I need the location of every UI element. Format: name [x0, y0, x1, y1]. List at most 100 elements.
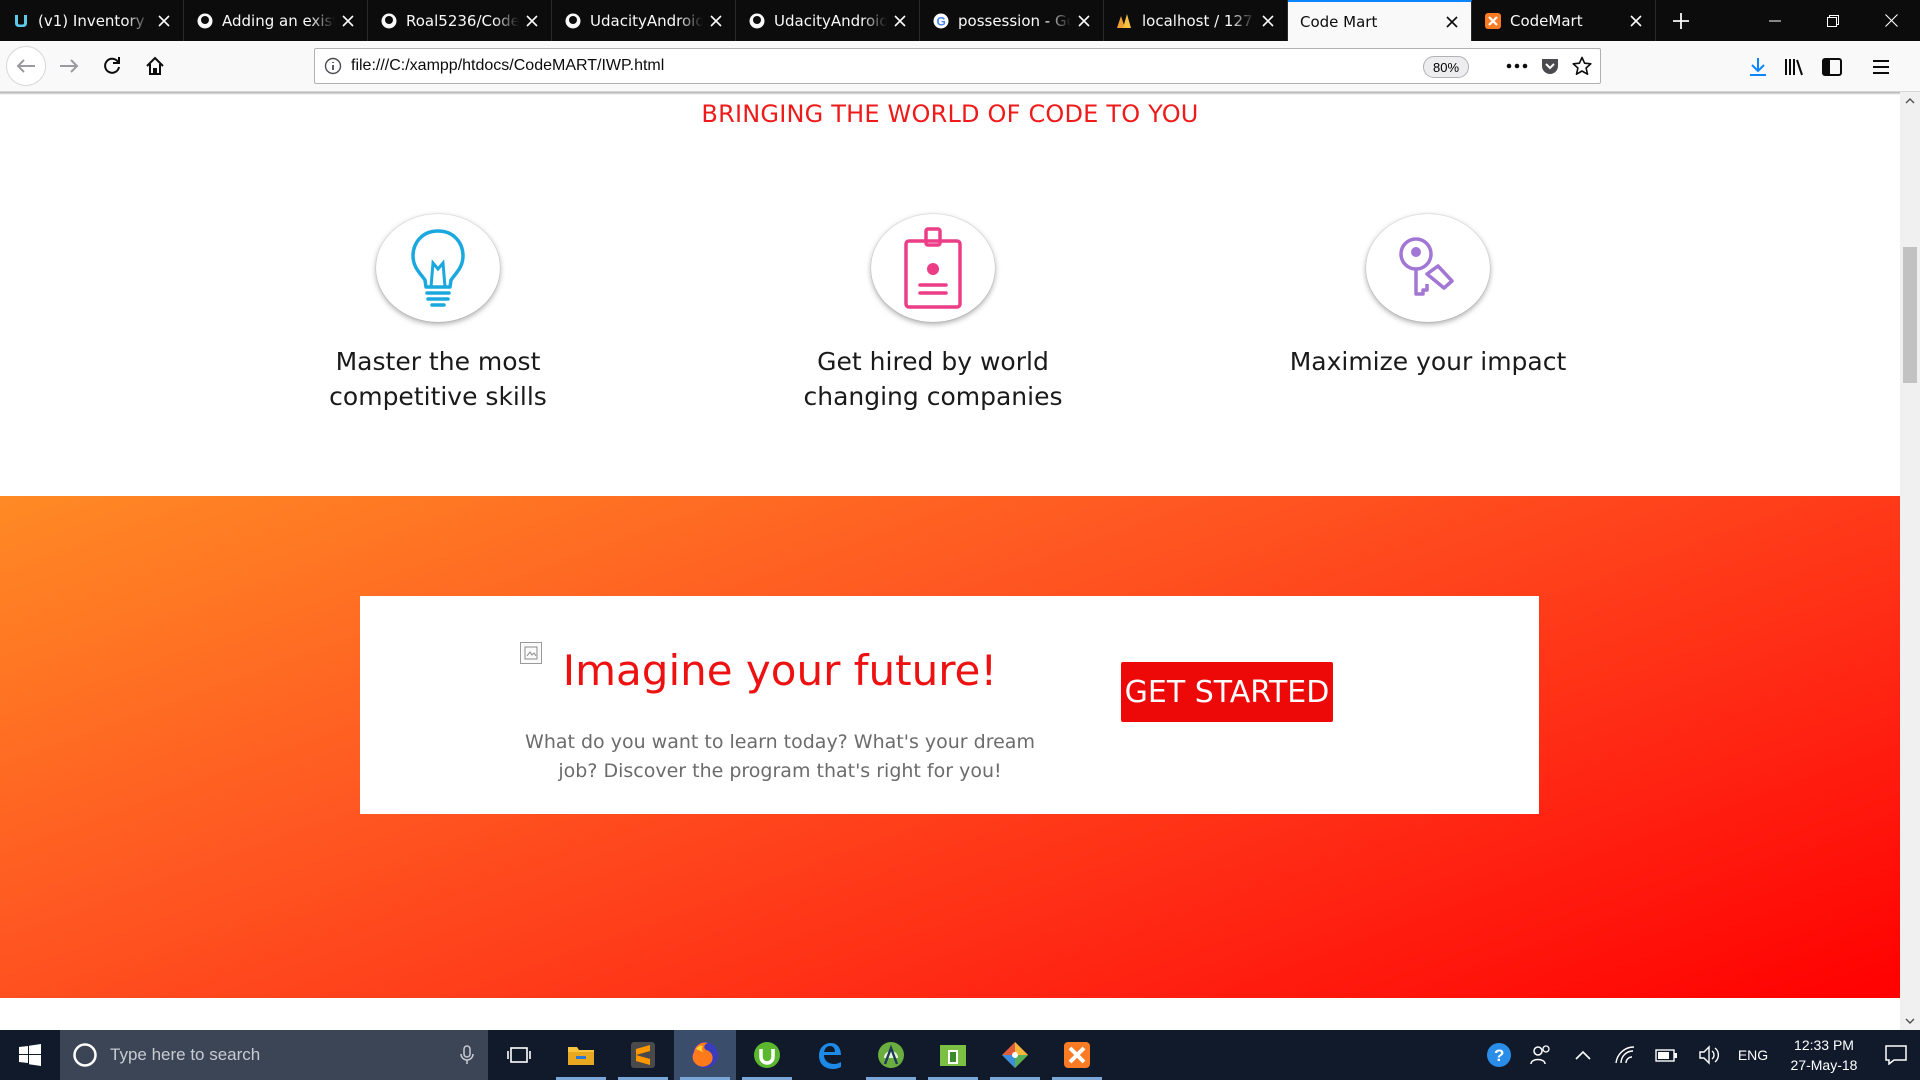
downloads-icon[interactable]	[1748, 57, 1768, 77]
close-tab-icon[interactable]	[339, 12, 357, 30]
tab-label: possession - Google	[958, 11, 1071, 30]
github-icon	[564, 12, 582, 30]
close-tab-icon[interactable]	[1443, 13, 1461, 31]
people-icon[interactable]	[1520, 1030, 1562, 1080]
close-window-button[interactable]	[1862, 0, 1920, 41]
new-tab-button[interactable]	[1656, 0, 1706, 41]
scroll-up-arrow-icon[interactable]	[1900, 92, 1920, 110]
taskbar-android-studio[interactable]	[860, 1030, 922, 1080]
taskbar-xampp[interactable]	[1046, 1030, 1108, 1080]
window-controls	[1746, 0, 1920, 41]
close-tab-icon[interactable]	[891, 12, 909, 30]
bookmark-star-icon[interactable]	[1572, 56, 1592, 76]
taskbar-utorrent[interactable]	[736, 1030, 798, 1080]
tab-udacityandroid-1[interactable]: UdacityAndroid/	[552, 0, 736, 41]
start-button[interactable]	[0, 1030, 60, 1080]
zoom-indicator[interactable]: 80%	[1423, 56, 1470, 78]
wifi-icon[interactable]	[1604, 1030, 1646, 1080]
taskbar-file-explorer[interactable]	[550, 1030, 612, 1080]
navigation-toolbar: file:///C:/xampp/htdocs/CodeMART/IWP.htm…	[0, 41, 1920, 92]
utorrent-icon	[754, 1042, 780, 1068]
taskbar-firefox[interactable]	[674, 1030, 736, 1080]
hamburger-menu-icon[interactable]	[1872, 59, 1890, 75]
phpmyadmin-icon	[1116, 12, 1134, 30]
battery-icon[interactable]	[1646, 1030, 1688, 1080]
back-button[interactable]	[6, 46, 46, 86]
tab-label: Code Mart	[1300, 12, 1378, 31]
home-button[interactable]	[135, 46, 175, 86]
tab-label: UdacityAndroid/	[774, 11, 887, 30]
arrow-left-icon	[16, 59, 35, 73]
feature-title: Maximize your impact	[1289, 347, 1567, 376]
tab-localhost[interactable]: localhost / 127.0.0.1	[1104, 0, 1288, 41]
close-tab-icon[interactable]	[523, 12, 541, 30]
page-content: BRINGING THE WORLD OF CODE TO YOU Master…	[0, 92, 1900, 1030]
sidebar-icon[interactable]	[1822, 57, 1842, 76]
forward-button[interactable]	[49, 46, 89, 86]
task-view-button[interactable]	[488, 1030, 550, 1080]
get-started-button[interactable]: GET STARTED	[1121, 662, 1333, 722]
udacity-icon	[12, 12, 30, 30]
github-icon	[380, 12, 398, 30]
reload-icon	[104, 57, 120, 74]
help-icon[interactable]: ?	[1478, 1030, 1520, 1080]
restore-button[interactable]	[1804, 0, 1862, 41]
reload-button[interactable]	[92, 46, 132, 86]
android-studio-icon	[878, 1042, 904, 1068]
tab-udacityandroid-2[interactable]: UdacityAndroid/	[736, 0, 920, 41]
header-shadow	[0, 92, 1900, 95]
svg-text:G: G	[937, 14, 946, 28]
windows-logo-icon	[19, 1044, 41, 1066]
feature-impact: Maximize your impact	[1208, 214, 1648, 379]
feature-icon-circle	[871, 214, 995, 322]
microphone-icon[interactable]	[460, 1045, 474, 1069]
clock[interactable]: 12:33 PM 27-May-18	[1776, 1035, 1872, 1075]
feature-icon-circle	[376, 214, 500, 322]
taskbar-app[interactable]	[922, 1030, 984, 1080]
taskbar-edge[interactable]	[798, 1030, 860, 1080]
close-tab-icon[interactable]	[1627, 12, 1645, 30]
cta-section: Imagine your future! What do you want to…	[0, 496, 1900, 998]
page-actions-icon[interactable]	[1506, 63, 1528, 69]
arrow-right-icon	[60, 59, 79, 73]
lightbulb-icon	[411, 229, 465, 307]
taskbar-sublime-text[interactable]	[612, 1030, 674, 1080]
language-indicator[interactable]: ENG	[1730, 1047, 1776, 1063]
firefox-icon	[692, 1042, 718, 1068]
system-tray: ? ENG 12:33 PM 27-May-18	[1478, 1030, 1920, 1080]
scroll-down-arrow-icon[interactable]	[1900, 1012, 1920, 1030]
close-tab-icon[interactable]	[1075, 12, 1093, 30]
feature-skills: Master the most competitive skills	[218, 214, 658, 414]
close-tab-icon[interactable]	[707, 12, 725, 30]
search-placeholder: Type here to search	[110, 1045, 261, 1064]
tab-label: (v1) Inventory App	[38, 11, 151, 30]
feature-title: Master the most competitive skills	[329, 347, 547, 411]
cta-description: What do you want to learn today? What's …	[525, 731, 1035, 782]
cortana-icon	[73, 1043, 97, 1067]
tab-codemart[interactable]: CodeMart	[1472, 0, 1656, 41]
minimize-button[interactable]	[1746, 0, 1804, 41]
close-tab-icon[interactable]	[1259, 12, 1277, 30]
action-center-button[interactable]	[1872, 1030, 1920, 1080]
pocket-icon[interactable]	[1540, 57, 1560, 75]
tab-adding-existing[interactable]: Adding an existing	[184, 0, 368, 41]
taskbar-search[interactable]: Type here to search	[60, 1030, 488, 1080]
scrollbar-thumb[interactable]	[1903, 247, 1917, 383]
plus-icon	[1673, 12, 1689, 29]
tab-roal5236-codemart[interactable]: Roal5236/CodeMart	[368, 0, 552, 41]
app-icon	[940, 1045, 966, 1066]
volume-icon[interactable]	[1688, 1030, 1730, 1080]
chevron-up-icon[interactable]	[1562, 1030, 1604, 1080]
info-icon[interactable]	[315, 57, 351, 75]
github-icon	[748, 12, 766, 30]
tab-inventory-app[interactable]: (v1) Inventory App	[0, 0, 184, 41]
url-bar[interactable]: file:///C:/xampp/htdocs/CodeMART/IWP.htm…	[314, 48, 1601, 84]
library-icon[interactable]	[1784, 57, 1806, 77]
file-explorer-icon	[568, 1047, 594, 1065]
page-scrollbar[interactable]	[1900, 92, 1920, 1030]
url-text[interactable]: file:///C:/xampp/htdocs/CodeMART/IWP.htm…	[351, 57, 664, 75]
tab-possession-google[interactable]: G possession - Google	[920, 0, 1104, 41]
tab-code-mart[interactable]: Code Mart	[1288, 0, 1472, 41]
taskbar-git[interactable]	[984, 1030, 1046, 1080]
close-tab-icon[interactable]	[155, 12, 173, 30]
